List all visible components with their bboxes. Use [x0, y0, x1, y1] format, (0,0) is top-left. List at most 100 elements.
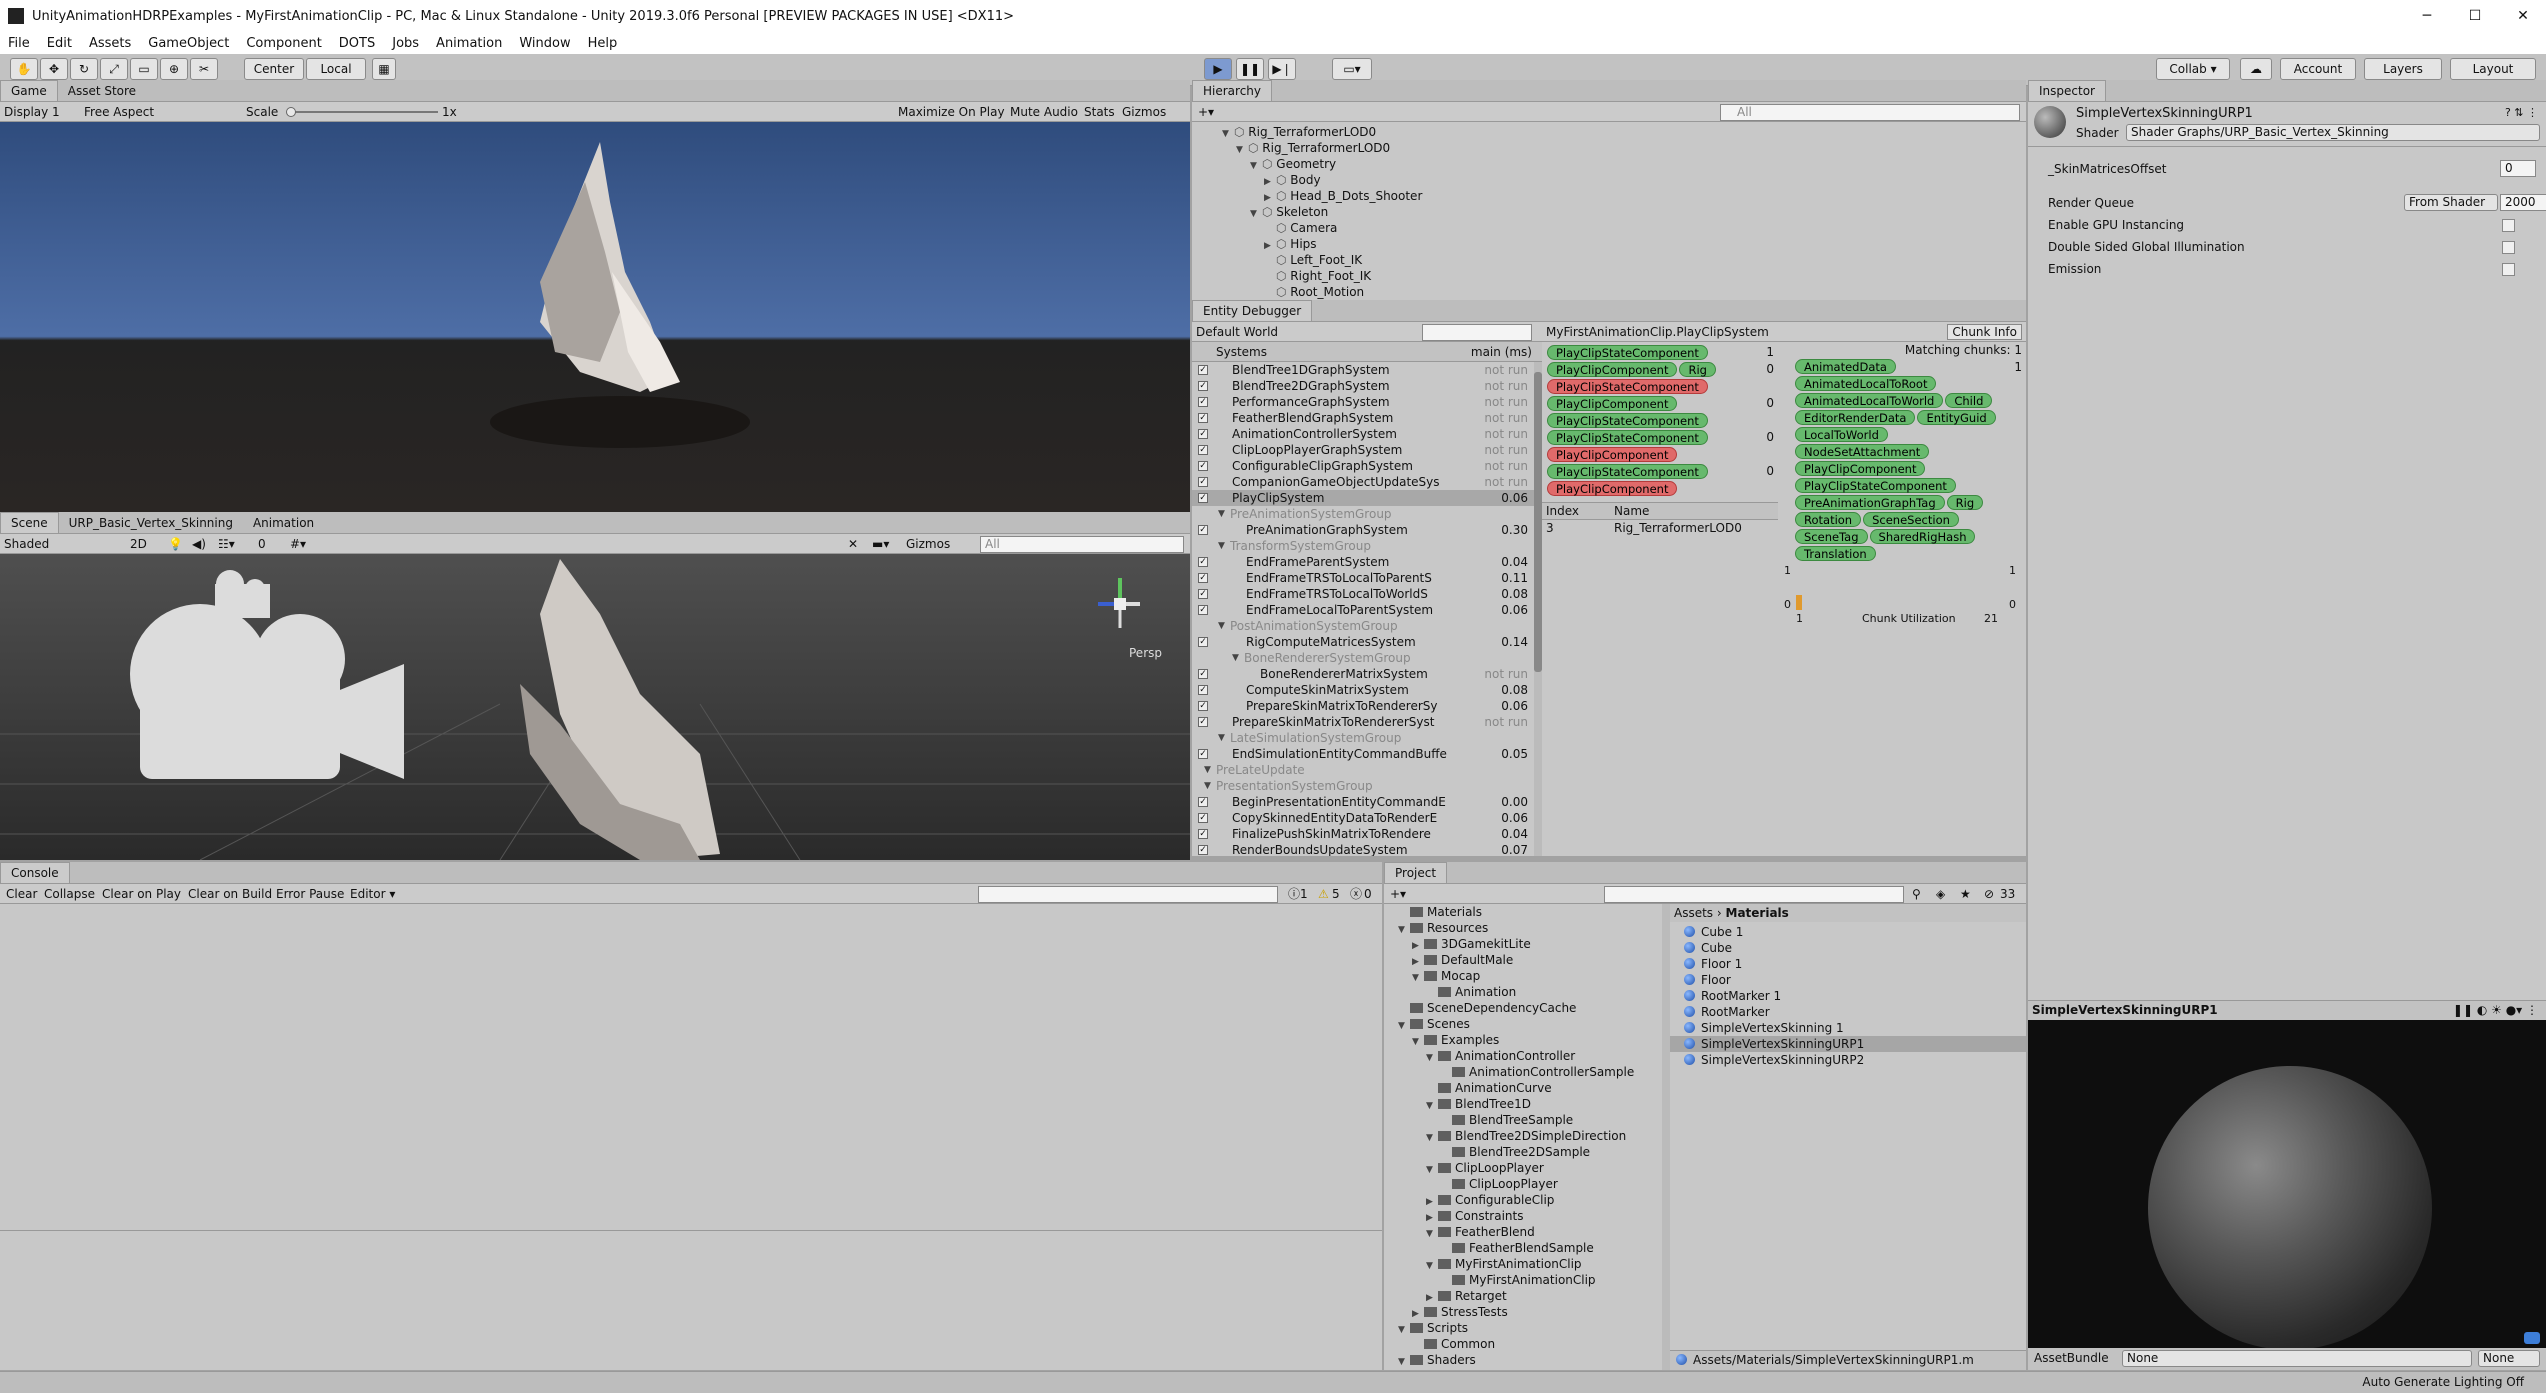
minimize-button[interactable]: ─ — [2404, 0, 2450, 32]
component-pill[interactable]: PlayClipStateComponent — [1547, 464, 1708, 479]
query-row[interactable]: PlayClipStateComponent 0 — [1546, 429, 1774, 446]
hierarchy-search-input[interactable]: All — [1720, 104, 2020, 121]
folder-expand-arrow-icon[interactable]: ▼ — [1426, 1258, 1438, 1274]
systems-search-input[interactable] — [1422, 324, 1532, 341]
tab-project[interactable]: Project — [1384, 862, 1448, 883]
world-dropdown[interactable]: Default World — [1196, 325, 1278, 339]
folder-expand-arrow-icon[interactable]: ▼ — [1426, 1050, 1438, 1066]
lighting-toggle-icon[interactable]: 💡 — [168, 537, 183, 551]
system-enabled-checkbox[interactable]: ✓ — [1198, 445, 1208, 455]
clear-on-build-toggle[interactable]: Clear on Build — [188, 887, 272, 901]
gpu-instancing-checkbox[interactable] — [2502, 219, 2515, 232]
project-folder[interactable]: ▶ 3DGamekitLite — [1384, 936, 1662, 952]
folder-expand-arrow-icon[interactable]: ▼ — [1426, 1226, 1438, 1242]
system-enabled-checkbox[interactable]: ✓ — [1198, 365, 1208, 375]
system-enabled-checkbox[interactable]: ✓ — [1198, 589, 1208, 599]
2d-toggle[interactable]: 2D — [130, 537, 147, 551]
tab-shader-graph[interactable]: URP_Basic_Vertex_Skinning — [59, 513, 243, 533]
system-enabled-checkbox[interactable]: ✓ — [1198, 797, 1208, 807]
custom-tool-icon[interactable]: ✂ — [190, 58, 218, 80]
step-button[interactable]: ▶❘ — [1268, 58, 1296, 80]
project-folder[interactable]: AnimationCurve — [1384, 1080, 1662, 1096]
asset-item[interactable]: SimpleVertexSkinning 1 — [1684, 1020, 2012, 1036]
error-count[interactable]: 0 — [1364, 887, 1372, 901]
component-pill[interactable]: PlayClipComponent — [1547, 362, 1678, 377]
system-enabled-checkbox[interactable]: ✓ — [1198, 845, 1208, 855]
hidden-layers-count[interactable]: 0 — [258, 537, 266, 551]
component-pill[interactable]: LocalToWorld — [1795, 427, 1888, 442]
project-folder[interactable]: ▶ Constraints — [1384, 1208, 1662, 1224]
entity-row[interactable]: 3 Rig_TerraformerLOD0 — [1542, 520, 1778, 536]
component-pill[interactable]: PreAnimationGraphTag — [1795, 495, 1945, 510]
system-row[interactable]: ✓ RenderBoundsUpdateSystem 0.07 — [1192, 842, 1534, 856]
project-folder[interactable]: BlendTreeSample — [1384, 1112, 1662, 1128]
system-row[interactable]: ✓ RigComputeMatricesSystem 0.14 — [1192, 634, 1534, 650]
query-row[interactable]: PlayClipStateComponent — [1546, 378, 1774, 395]
menu-assets[interactable]: Assets — [81, 36, 140, 51]
system-row[interactable]: ✓ EndSimulationEntityCommandBuffe 0.05 — [1192, 746, 1534, 762]
group-expand-arrow-icon[interactable]: ▼ — [1218, 506, 1230, 522]
create-dropdown-icon[interactable]: +▾ — [1198, 105, 1214, 119]
project-folder[interactable]: ▼ MyFirstAnimationClip — [1384, 1256, 1662, 1272]
hierarchy-item[interactable]: ⬡ Camera — [1192, 220, 2026, 236]
shader-dropdown[interactable]: Shader Graphs/URP_Basic_Vertex_Skinning — [2126, 124, 2540, 141]
group-expand-arrow-icon[interactable]: ▼ — [1232, 650, 1244, 666]
folder-expand-arrow-icon[interactable]: ▼ — [1398, 1354, 1410, 1370]
tab-game[interactable]: Game — [0, 80, 58, 101]
component-pill[interactable]: Translation — [1795, 546, 1876, 561]
system-row[interactable]: ✓ BeginPresentationEntityCommandE 0.00 — [1192, 794, 1534, 810]
folder-expand-arrow-icon[interactable]: ▼ — [1426, 1162, 1438, 1178]
system-row[interactable]: ✓ CompanionGameObjectUpdateSys not run — [1192, 474, 1534, 490]
group-expand-arrow-icon[interactable]: ▼ — [1218, 538, 1230, 554]
hierarchy-item[interactable]: ▶ ⬡ Head_B_Dots_Shooter — [1192, 188, 2026, 204]
system-enabled-checkbox[interactable]: ✓ — [1198, 605, 1208, 615]
system-row[interactable]: ✓ ClipLoopPlayerGraphSystem not run — [1192, 442, 1534, 458]
game-viewport[interactable] — [0, 122, 1190, 512]
component-pill[interactable]: Rig — [1679, 362, 1716, 377]
menu-file[interactable]: File — [0, 36, 39, 51]
component-pill[interactable]: NodeSetAttachment — [1795, 444, 1930, 459]
material-preview[interactable] — [2028, 1020, 2546, 1350]
project-folder[interactable]: AnimationControllerSample — [1384, 1064, 1662, 1080]
project-folder[interactable]: ▶ StressTests — [1384, 1304, 1662, 1320]
mute-audio-toggle[interactable]: Mute Audio — [1010, 105, 1078, 119]
folder-expand-arrow-icon[interactable]: ▼ — [1412, 1034, 1424, 1050]
system-row[interactable]: ✓ BlendTree1DGraphSystem not run — [1192, 362, 1534, 378]
system-enabled-checkbox[interactable]: ✓ — [1198, 461, 1208, 471]
folder-expand-arrow-icon[interactable]: ▼ — [1398, 922, 1410, 938]
system-enabled-checkbox[interactable]: ✓ — [1198, 413, 1208, 423]
hand-tool-icon[interactable]: ✋ — [10, 58, 38, 80]
play-button[interactable]: ▶ — [1204, 58, 1232, 80]
scale-slider-thumb[interactable] — [286, 107, 296, 117]
system-group[interactable]: ▼ BoneRendererSystemGroup — [1192, 650, 1534, 666]
system-row[interactable]: ✓ EndFrameTRSToLocalToParentS 0.11 — [1192, 570, 1534, 586]
breadcrumb-leaf[interactable]: Materials — [1726, 906, 1789, 920]
hierarchy-item[interactable]: ⬡ Right_Foot_IK — [1192, 268, 2026, 284]
asset-item[interactable]: RootMarker — [1684, 1004, 2012, 1020]
filter-label-icon[interactable]: ◈ — [1936, 887, 1945, 901]
query-row[interactable]: PlayClipComponent — [1546, 480, 1774, 497]
project-tree-scrollbar[interactable] — [1662, 904, 1670, 1370]
menu-help[interactable]: Help — [580, 36, 627, 51]
component-pill[interactable]: PlayClipStateComponent — [1547, 345, 1708, 360]
grid-snap-icon[interactable]: ▦ — [372, 58, 396, 80]
warning-icon[interactable]: ⚠ — [1318, 887, 1329, 901]
tab-inspector[interactable]: Inspector — [2028, 80, 2106, 101]
scale-slider[interactable] — [288, 111, 438, 113]
warning-count[interactable]: 5 — [1332, 887, 1340, 901]
component-pill[interactable]: PlayClipComponent — [1547, 447, 1678, 462]
system-group[interactable]: ▼ PostAnimationSystemGroup — [1192, 618, 1534, 634]
component-pill[interactable]: PlayClipComponent — [1795, 461, 1926, 476]
hierarchy-item[interactable]: ▶ ⬡ Body — [1192, 172, 2026, 188]
preview-label-icon[interactable] — [2524, 1332, 2540, 1344]
cloud-icon[interactable]: ☁ — [2240, 58, 2272, 80]
display-dropdown[interactable]: Display 1 — [4, 105, 60, 119]
system-group[interactable]: ▼ PreLateUpdate — [1192, 762, 1534, 778]
inspector-help-icons[interactable]: ? ⇅ ⋮ — [2505, 106, 2538, 119]
effects-dropdown-icon[interactable]: ☷▾ — [218, 537, 235, 551]
project-folder[interactable]: Animation — [1384, 984, 1662, 1000]
aspect-dropdown[interactable]: Free Aspect — [84, 105, 154, 119]
system-group[interactable]: ▼ LateSimulationSystemGroup — [1192, 730, 1534, 746]
stats-toggle[interactable]: Stats — [1084, 105, 1115, 119]
system-enabled-checkbox[interactable]: ✓ — [1198, 813, 1208, 823]
